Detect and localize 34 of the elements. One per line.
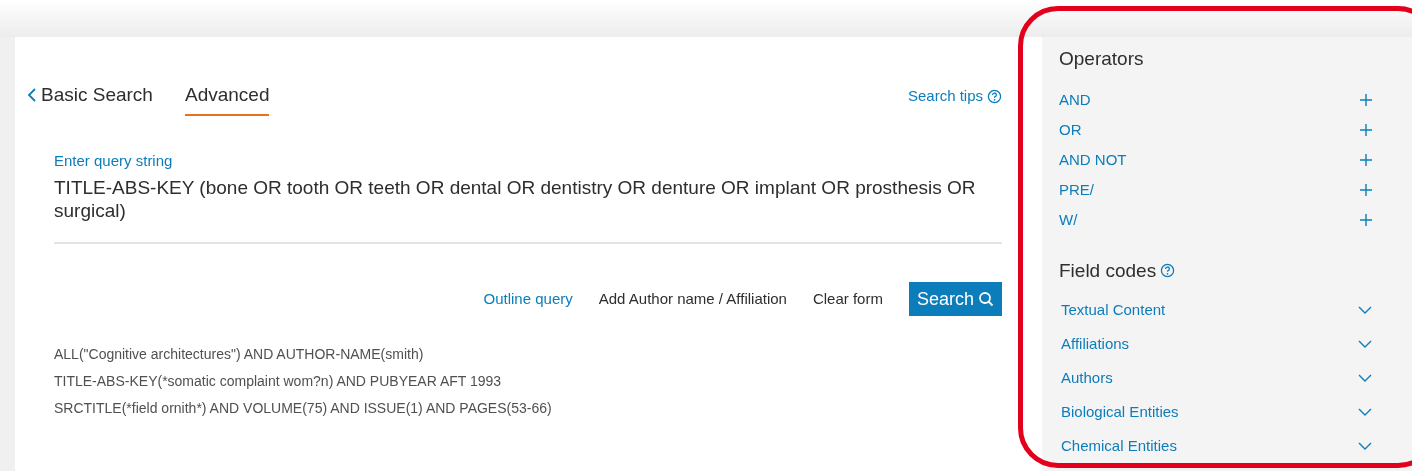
outline-query-link[interactable]: Outline query bbox=[483, 287, 573, 311]
plus-icon bbox=[1360, 184, 1372, 196]
plus-icon bbox=[1360, 124, 1372, 136]
example-query: ALL("Cognitive architectures") AND AUTHOR-NAME(smith) bbox=[54, 345, 425, 364]
field-code-item[interactable]: Biological Entities bbox=[1059, 401, 1372, 423]
section-title: Field codes bbox=[1059, 258, 1157, 283]
operator-item[interactable]: AND bbox=[1059, 89, 1372, 111]
chevron-left-icon bbox=[27, 87, 37, 104]
help-icon bbox=[987, 88, 1002, 104]
clear-form-button[interactable]: Clear form bbox=[812, 287, 883, 311]
example-query: SRCTITLE(*field ornith*) AND VOLUME(75) AND ISSUE(1) AND PAGES(53-66) bbox=[54, 399, 553, 418]
plus-icon bbox=[1360, 154, 1372, 166]
field-code-item[interactable]: Authors bbox=[1059, 367, 1372, 389]
plus-icon bbox=[1360, 94, 1372, 106]
operator-item[interactable]: W/ bbox=[1059, 209, 1372, 231]
help-icon bbox=[1160, 263, 1176, 279]
field-code-item[interactable]: Affiliations bbox=[1059, 333, 1372, 355]
query-text: TITLE-ABS-KEY (bone OR tooth OR teeth OR dental OR dentistry OR denture OR implant OR prosthesis OR surgical) bbox=[54, 176, 977, 222]
search-button[interactable]: Search bbox=[908, 282, 1002, 316]
field-label: Enter query string bbox=[54, 150, 174, 171]
field-code-item[interactable]: Chemical Entities bbox=[1059, 435, 1372, 457]
search-tips-link[interactable]: Search tips bbox=[907, 85, 1002, 108]
plus-icon bbox=[1360, 214, 1372, 226]
add-author-button[interactable]: Add Author name / Affiliation bbox=[598, 287, 787, 311]
operator-item[interactable]: AND NOT bbox=[1059, 149, 1372, 171]
example-query: TITLE-ABS-KEY(*somatic complaint wom?n) AND PUBYEAR AFT 1993 bbox=[54, 372, 503, 391]
operator-item[interactable]: OR bbox=[1059, 119, 1372, 141]
section-title: Operators bbox=[1059, 47, 1145, 71]
query-field[interactable]: Enter query string TITLE-ABS-KEY (bone OR tooth OR teeth OR dental OR dentistry OR denture OR implant OR prosthesis OR surgical) bbox=[54, 149, 1002, 244]
back-link[interactable]: Basic Search bbox=[27, 81, 153, 116]
operator-item[interactable]: PRE/ bbox=[1059, 179, 1372, 201]
field-code-item[interactable]: Textual Content bbox=[1059, 299, 1372, 321]
search-icon bbox=[978, 291, 994, 307]
tab[interactable]: Advanced bbox=[184, 81, 270, 116]
